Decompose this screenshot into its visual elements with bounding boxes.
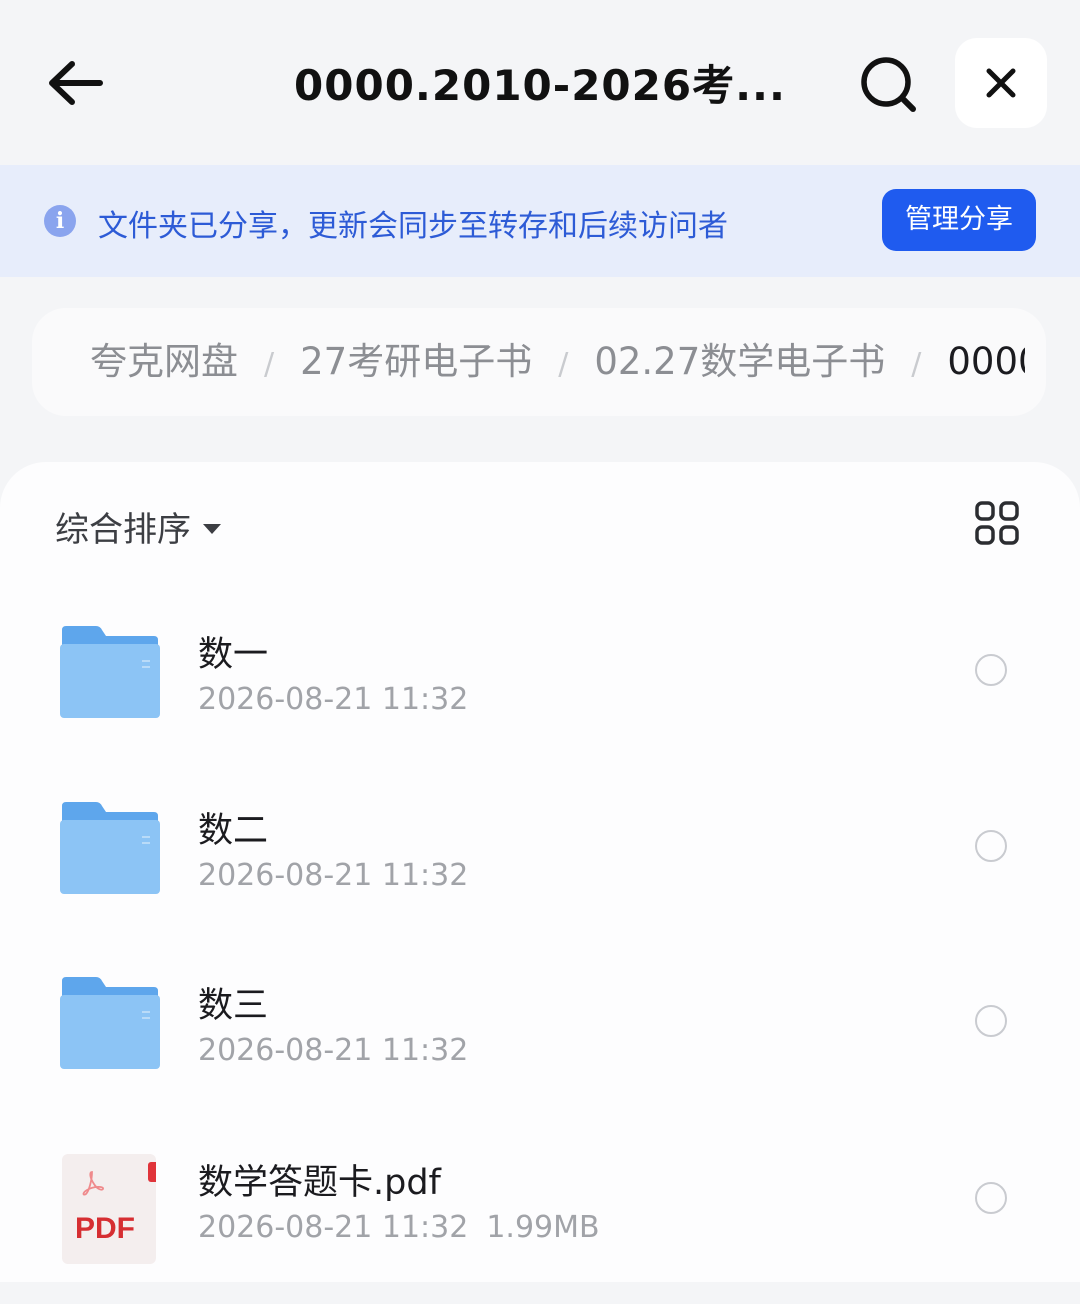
- arrow-left-icon: [49, 61, 103, 105]
- acrobat-icon: [82, 1171, 104, 1196]
- file-date: 2026-08-21 11:32: [198, 858, 469, 893]
- breadcrumb-track: 夸克网盘 / 27考研电子书 / 02.27数学电子书 / 0000.2010-2026考: [90, 308, 1025, 416]
- file-list-panel: 综合排序 数一 2026-08-21 11:32 数二 2026-08-21 1…: [0, 462, 1080, 1282]
- file-date: 2026-08-21 11:32: [198, 1033, 469, 1068]
- file-meta: 2026-08-21 11:32 1.99MB: [198, 1210, 600, 1245]
- breadcrumb-separator: /: [558, 347, 569, 382]
- file-name: 数一: [198, 635, 269, 675]
- select-checkbox[interactable]: [975, 830, 1007, 862]
- breadcrumb-item[interactable]: 02.27数学电子书: [594, 308, 885, 416]
- breadcrumb-current: 0000.2010-2026考: [947, 340, 1025, 383]
- manage-share-button[interactable]: 管理分享: [882, 189, 1036, 251]
- file-row[interactable]: 数二 2026-08-21 11:32: [0, 802, 1080, 952]
- pdf-label: PDF: [75, 1212, 135, 1245]
- file-name: 数学答题卡.pdf: [198, 1163, 441, 1203]
- back-button[interactable]: [40, 50, 110, 116]
- close-icon: [986, 68, 1016, 98]
- file-meta: 2026-08-21 11:32: [198, 858, 468, 893]
- breadcrumb-item[interactable]: 夸克网盘: [90, 308, 238, 416]
- close-button[interactable]: [955, 38, 1047, 128]
- file-meta: 2026-08-21 11:32: [198, 682, 468, 717]
- grid-view-icon: [975, 501, 1019, 545]
- file-meta: 2026-08-21 11:32: [198, 1033, 468, 1068]
- select-checkbox[interactable]: [975, 654, 1007, 686]
- top-bar: 0000.2010-2026考...: [0, 0, 1080, 165]
- folder-icon: [60, 977, 160, 1069]
- select-checkbox[interactable]: [975, 1005, 1007, 1037]
- breadcrumb-separator: /: [264, 347, 275, 382]
- file-name: 数二: [198, 811, 269, 851]
- select-checkbox[interactable]: [975, 1182, 1007, 1214]
- search-icon: [861, 57, 916, 112]
- sort-label: 综合排序: [55, 510, 191, 550]
- info-icon: i: [44, 205, 76, 237]
- page-title: 0000.2010-2026考...: [294, 61, 786, 110]
- file-name: 数三: [198, 986, 269, 1026]
- folder-icon: [60, 626, 160, 718]
- share-notice-text: 文件夹已分享，更新会同步至转存和后续访问者: [98, 209, 728, 244]
- breadcrumb-separator: /: [911, 347, 922, 382]
- breadcrumb: 夸克网盘 / 27考研电子书 / 02.27数学电子书 / 0000.2010-2026考: [32, 308, 1046, 416]
- file-row[interactable]: 数三 2026-08-21 11:32: [0, 977, 1080, 1127]
- sort-dropdown[interactable]: 综合排序: [55, 502, 221, 551]
- breadcrumb-item[interactable]: 27考研电子书: [300, 308, 532, 416]
- caret-down-icon: [203, 523, 221, 534]
- file-size: 1.99MB: [486, 1210, 600, 1245]
- file-row[interactable]: 数一 2026-08-21 11:32: [0, 626, 1080, 776]
- file-date: 2026-08-21 11:32: [198, 1210, 469, 1245]
- file-date: 2026-08-21 11:32: [198, 682, 469, 717]
- grid-view-button[interactable]: [974, 500, 1020, 546]
- pdf-file-icon: PDF: [62, 1154, 156, 1264]
- pdf-corner-mark: [148, 1162, 156, 1182]
- share-notice-banner: i 文件夹已分享，更新会同步至转存和后续访问者 管理分享: [0, 165, 1080, 277]
- folder-icon: [60, 802, 160, 894]
- search-button[interactable]: [855, 52, 921, 116]
